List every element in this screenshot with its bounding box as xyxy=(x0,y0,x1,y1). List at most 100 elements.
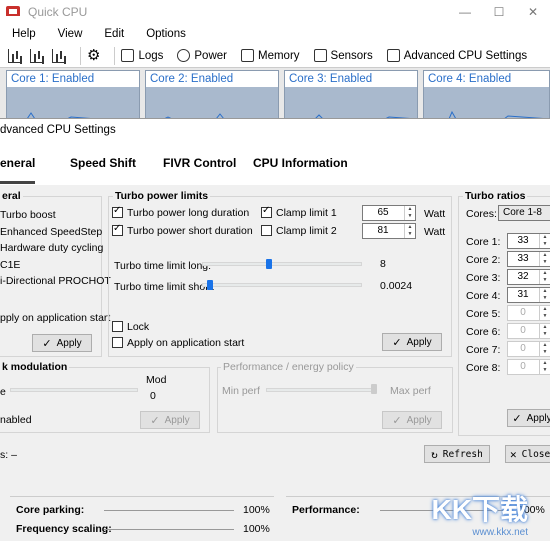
turbo-apply-on-start-checkbox[interactable] xyxy=(112,337,123,348)
dialog-footer: s: – ↻ Refresh ✕ Close xyxy=(0,441,550,469)
general-apply-button[interactable]: ✓ Apply xyxy=(32,334,92,352)
clamp-limit-2-checkbox[interactable] xyxy=(261,225,272,236)
core-ratio-value: 0 xyxy=(520,361,526,372)
advanced-cpu-settings-button[interactable]: Advanced CPU Settings xyxy=(386,49,527,62)
status-text: s: – xyxy=(0,449,17,461)
core-parking-label: Core parking: xyxy=(16,504,85,516)
clamp-limit-2-label: Clamp limit 2 xyxy=(276,225,337,237)
memory-button[interactable]: Memory xyxy=(241,49,300,62)
time-limit-long-thumb[interactable] xyxy=(266,259,272,269)
tab-general[interactable]: eneral xyxy=(0,156,36,184)
general-apply-on-start-checkbox[interactable]: pply on application start xyxy=(0,312,110,324)
power-icon xyxy=(177,49,191,62)
sensors-label: Sensors xyxy=(330,49,373,62)
advanced-cpu-settings-dialog: dvanced CPU Settings eneral Speed Shift … xyxy=(0,118,550,468)
mod-label: Mod xyxy=(146,374,167,386)
tab-cpu-information[interactable]: CPU Information xyxy=(253,156,348,170)
lock-checkbox[interactable] xyxy=(112,321,123,332)
stepper-arrows-icon[interactable]: ▲ ▼ xyxy=(539,234,550,248)
enhanced-speedstep-checkbox[interactable]: Enhanced SpeedStep xyxy=(0,226,102,238)
clock-modulation-apply-button: ✓ Apply xyxy=(140,411,200,429)
memory-label: Memory xyxy=(258,49,300,62)
turbo-boost-checkbox[interactable]: Turbo boost xyxy=(0,209,56,221)
power-limit-2-stepper[interactable]: 81 ▲ ▼ xyxy=(362,223,416,239)
core-3-ratio-stepper[interactable]: 32 ▲ ▼ xyxy=(507,269,550,285)
clamp-limit-1-label: Clamp limit 1 xyxy=(276,207,337,219)
core-1-ratio-stepper[interactable]: 33 ▲ ▼ xyxy=(507,233,550,249)
close-window-button[interactable]: ✕ xyxy=(516,0,550,24)
core-4-ratio-label: Core 4: xyxy=(466,290,501,302)
core-4-ratio-stepper[interactable]: 31 ▲ ▼ xyxy=(507,287,550,303)
stepper-arrows-icon: ▲ ▼ xyxy=(539,360,550,374)
bar-chart-icon[interactable] xyxy=(8,48,22,63)
power-button[interactable]: Power xyxy=(177,49,227,62)
sensors-button[interactable]: Sensors xyxy=(313,49,373,62)
core-2-ratio-label: Core 2: xyxy=(466,254,501,266)
cores-select[interactable]: Core 1-8 xyxy=(498,205,550,221)
stepper-arrows-icon[interactable]: ▲ ▼ xyxy=(539,270,550,284)
core-2-ratio-stepper[interactable]: 33 ▲ ▼ xyxy=(507,251,550,267)
core-7-ratio-label: Core 7: xyxy=(466,344,501,356)
toolbar-separator xyxy=(80,46,81,65)
core-6-ratio-label: Core 6: xyxy=(466,326,501,338)
core-1-ratio-label: Core 1: xyxy=(466,236,501,248)
checkmark-icon: ✓ xyxy=(392,336,402,349)
hardware-duty-cycling-checkbox[interactable]: Hardware duty cycling xyxy=(0,242,103,254)
bar-chart-icon[interactable] xyxy=(30,48,44,63)
stepper-arrows-icon[interactable]: ▲ ▼ xyxy=(539,252,550,266)
refresh-button[interactable]: ↻ Refresh xyxy=(424,445,490,463)
turbo-short-duration-checkbox[interactable] xyxy=(112,223,123,236)
power-limit-1-stepper[interactable]: 65 ▲ ▼ xyxy=(362,205,416,221)
ratios-apply-button[interactable]: ✓ Apply xyxy=(507,409,550,427)
power-label: Power xyxy=(194,49,227,62)
maximize-button[interactable]: ☐ xyxy=(482,0,516,24)
power-limit-2-value: 81 xyxy=(377,225,389,236)
c1e-checkbox[interactable]: C1E xyxy=(0,259,20,271)
stepper-arrows-icon: ▲ ▼ xyxy=(539,342,550,356)
clock-modulation-enabled-checkbox[interactable]: nabled xyxy=(0,414,32,426)
stepper-arrows-icon[interactable]: ▲ ▼ xyxy=(404,206,415,220)
turbo-apply-button[interactable]: ✓ Apply xyxy=(382,333,442,351)
menu-edit[interactable]: Edit xyxy=(104,24,124,44)
main-window-title: Quick CPU xyxy=(28,5,88,19)
energy-policy-thumb xyxy=(371,384,377,394)
stepper-arrows-icon: ▲ ▼ xyxy=(539,324,550,338)
core-ratio-value: 33 xyxy=(517,235,529,246)
clock-modulation-slider[interactable] xyxy=(10,388,138,392)
core-ratio-value: 0 xyxy=(520,325,526,336)
stepper-arrows-icon[interactable]: ▲ ▼ xyxy=(404,224,415,238)
stepper-arrows-icon[interactable]: ▲ ▼ xyxy=(539,288,550,302)
apply-label: Apply xyxy=(164,414,190,426)
time-limit-long-slider[interactable] xyxy=(202,262,362,266)
app-icon xyxy=(6,6,20,16)
menu-view[interactable]: View xyxy=(58,24,83,44)
tab-speed-shift[interactable]: Speed Shift xyxy=(70,156,136,170)
menu-options[interactable]: Options xyxy=(146,24,186,44)
stepper-arrows-icon: ▲ ▼ xyxy=(539,306,550,320)
menu-help[interactable]: Help xyxy=(12,24,36,44)
logs-button[interactable]: Logs xyxy=(121,49,163,62)
gear-icon[interactable]: ⚙ xyxy=(87,48,100,63)
prochot-checkbox[interactable]: i-Directional PROCHOT xyxy=(0,275,111,287)
clamp-limit-1-checkbox[interactable] xyxy=(261,205,272,218)
clock-modulation-label: k modulation xyxy=(0,361,70,373)
frequency-scaling-label: Frequency scaling: xyxy=(16,523,112,535)
time-limit-short-thumb[interactable] xyxy=(206,280,213,290)
refresh-label: Refresh xyxy=(442,448,483,460)
lock-label: Lock xyxy=(127,321,150,333)
core-graph-2: Core 2: Enabled xyxy=(145,70,279,124)
bar-chart-icon[interactable] xyxy=(52,48,66,63)
core-7-ratio-stepper: 0 ▲ ▼ xyxy=(507,341,550,357)
core-8-ratio-label: Core 8: xyxy=(466,362,501,374)
turbo-long-duration-checkbox[interactable] xyxy=(112,205,123,218)
close-button[interactable]: ✕ Close xyxy=(505,445,550,463)
tab-fivr-control[interactable]: FIVR Control xyxy=(163,156,236,170)
core-graph-1: Core 1: Enabled xyxy=(6,70,140,124)
minimize-button[interactable]: — xyxy=(448,0,482,24)
watt-unit-label: Watt xyxy=(424,208,446,220)
core-status: Core 2: Enabled xyxy=(146,71,278,87)
time-limit-short-slider[interactable] xyxy=(202,283,362,287)
tab-bar: eneral Speed Shift FIVR Control CPU Info… xyxy=(0,141,550,185)
watermark-url: www.kkx.net xyxy=(472,527,528,538)
core-graphs: Core 1: Enabled Core 2: Enabled Core 3: … xyxy=(0,68,550,124)
